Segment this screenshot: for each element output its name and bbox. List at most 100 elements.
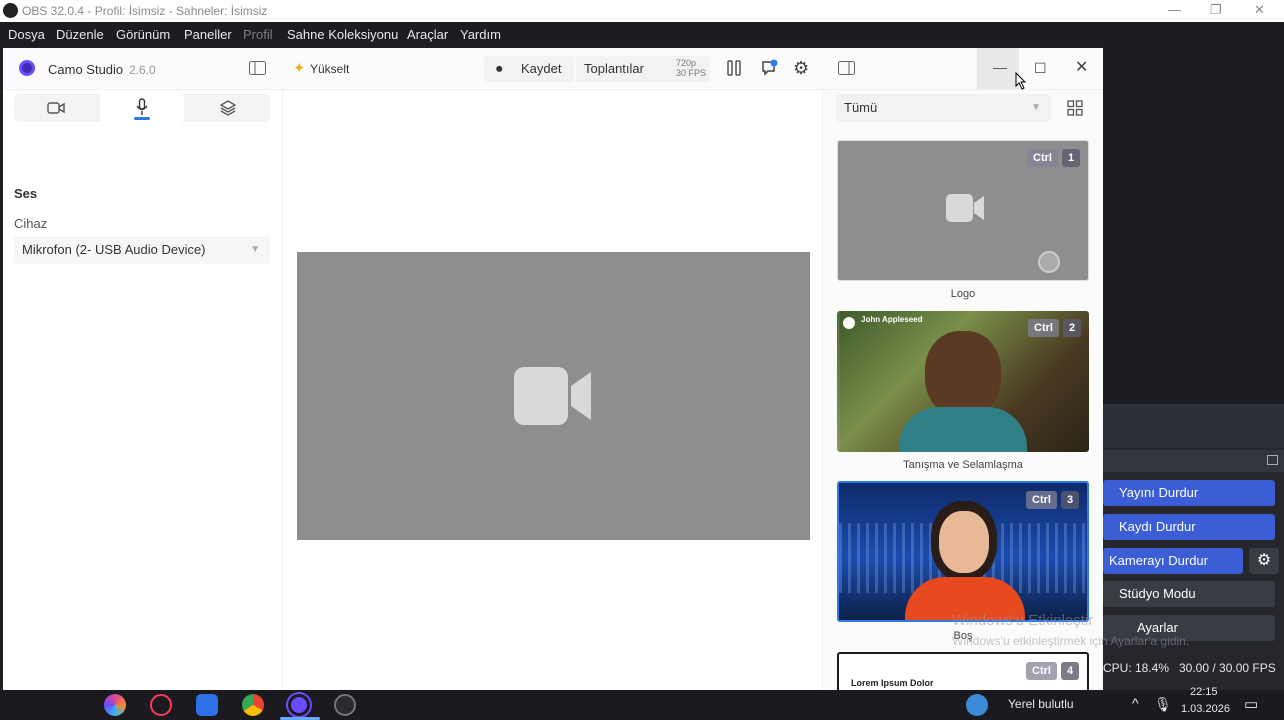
- clock-date: 1.03.2026: [1181, 703, 1230, 715]
- chevron-down-icon: ▼: [250, 244, 260, 255]
- scene-shortcut-modifier: Ctrl: [1026, 662, 1057, 680]
- copilot-app-icon[interactable]: [104, 694, 126, 716]
- menu-dosya[interactable]: Dosya: [8, 27, 45, 42]
- menu-gorunum[interactable]: Görünüm: [116, 27, 170, 42]
- microphone-tray-icon[interactable]: 🎙: [1154, 696, 1172, 713]
- windows-taskbar: Yerel bulutlu ^ 🎙 22:15 1.03.2026 ▭: [0, 686, 1284, 720]
- framerate-badge: 30 FPS: [676, 68, 707, 78]
- studio-mode-button[interactable]: Stüdyo Modu: [1103, 581, 1275, 607]
- app-version: 2.6.0: [129, 63, 156, 77]
- notifications-icon[interactable]: [760, 59, 778, 80]
- scene-shortcut-modifier: Ctrl: [1026, 491, 1057, 509]
- panel-toggle-icon[interactable]: [838, 61, 855, 78]
- obs-dock-area: [1103, 46, 1284, 404]
- video-camera-icon: [47, 102, 65, 114]
- obs-dock-strip: [1103, 404, 1284, 448]
- source-settings-panel: Ses Cihaz Mikrofon (2- USB Audio Device)…: [3, 90, 281, 706]
- settings-gear-icon[interactable]: ⚙: [793, 59, 809, 77]
- obs-menu-bar: Dosya Düzenle Görünüm Paneller Profil Sa…: [0, 22, 1284, 46]
- app-name: Camo Studio: [48, 62, 124, 77]
- layers-icon: [219, 100, 237, 116]
- audio-device-select[interactable]: Mikrofon (2- USB Audio Device) ▼: [14, 236, 270, 264]
- person-head: [925, 331, 1001, 417]
- source-tabs: [14, 94, 270, 122]
- obs-title-bar: OBS 32.0.4 - Profil: İsimsiz - Sahneler:…: [0, 0, 1284, 22]
- lower-third-name: John Appleseed: [861, 315, 923, 324]
- microphone-icon: [136, 98, 148, 115]
- camo-toolbar: Camo Studio 2.6.0 ✦ Yükselt ⏺ Kaydet Top…: [3, 48, 1103, 90]
- scene-card-greeting[interactable]: John Appleseed Ctrl 2: [837, 311, 1089, 452]
- menu-paneller[interactable]: Paneller: [184, 27, 232, 42]
- stop-camera-button[interactable]: Kamerayı Durdur: [1103, 548, 1243, 574]
- close-icon[interactable]: ✕: [1254, 2, 1265, 18]
- notification-text: Yerel bulutlu: [1008, 697, 1074, 711]
- obs-status-bar: CPU: 18.4% 30.00 / 30.00 FPS: [1103, 658, 1284, 680]
- weather-icon[interactable]: [966, 694, 988, 716]
- stop-record-button[interactable]: Kaydı Durdur: [1103, 514, 1275, 540]
- audio-device-value: Mikrofon (2- USB Audio Device): [22, 242, 206, 257]
- tab-audio[interactable]: [100, 94, 184, 122]
- controls-header: [1103, 450, 1284, 472]
- obs-logo-icon: [3, 3, 18, 18]
- cpu-usage: CPU: 18.4%: [1103, 661, 1170, 675]
- chevron-up-icon[interactable]: ^: [1132, 695, 1139, 711]
- scene-label: Logo: [950, 288, 976, 300]
- camera-settings-gear-icon[interactable]: ⚙: [1249, 548, 1279, 574]
- restore-icon[interactable]: ❐: [1210, 2, 1222, 18]
- chevron-down-icon: ▼: [1031, 102, 1041, 113]
- scene-filter-value: Tümü: [844, 100, 878, 115]
- record-icon: ⏺: [496, 61, 503, 76]
- meetings-button[interactable]: Toplantılar 720p 30 FPS: [576, 56, 710, 82]
- record-button[interactable]: ⏺ Kaydet: [484, 56, 574, 82]
- minimize-button[interactable]: —: [977, 48, 1019, 89]
- chrome-app-icon[interactable]: [242, 694, 264, 716]
- obs-app-icon[interactable]: [334, 694, 356, 716]
- tab-layers[interactable]: [186, 94, 270, 122]
- undock-icon[interactable]: [1267, 455, 1278, 465]
- minimize-icon: —: [993, 59, 1007, 75]
- sparkle-icon: ✦: [293, 60, 306, 77]
- avatar-icon: [843, 317, 855, 329]
- menu-profil[interactable]: Profil: [243, 27, 273, 42]
- scene-filter-select[interactable]: Tümü ▼: [836, 94, 1051, 122]
- stop-stream-button[interactable]: Yayını Durdur: [1103, 480, 1275, 506]
- scene-shortcut-number: 4: [1061, 662, 1079, 680]
- device-label: Cihaz: [14, 216, 48, 231]
- activation-watermark-title: Windows'u Etkinleştir: [952, 612, 1094, 629]
- scene-card-blank[interactable]: Ctrl 3: [837, 481, 1089, 622]
- meetings-label: Toplantılar: [584, 61, 644, 76]
- upgrade-button[interactable]: Yükselt: [310, 56, 349, 82]
- scene-shortcut-number: 1: [1062, 149, 1080, 167]
- sidebar-toggle-icon[interactable]: [249, 61, 266, 78]
- minimize-icon[interactable]: —: [1168, 2, 1181, 17]
- app-icon-blue[interactable]: [196, 694, 218, 716]
- scene-shortcut-number: 2: [1063, 319, 1081, 337]
- camo-app-icon[interactable]: [288, 694, 310, 716]
- split-view-icon[interactable]: [727, 60, 741, 79]
- activation-watermark-text: Windows'u etkinleştirmek için Ayarlar'a …: [952, 634, 1190, 648]
- tab-video[interactable]: [14, 94, 98, 122]
- menu-sahne-koleksiyonu[interactable]: Sahne Koleksiyonu: [287, 27, 398, 42]
- person-face: [939, 511, 989, 573]
- logo-badge-icon: [1038, 251, 1060, 273]
- menu-araclar[interactable]: Araçlar: [407, 27, 448, 42]
- notifications-center-icon[interactable]: ▭: [1244, 695, 1258, 713]
- menu-yardim[interactable]: Yardım: [460, 27, 501, 42]
- menu-duzenle[interactable]: Düzenle: [56, 27, 104, 42]
- maximize-icon[interactable]: ☐: [1034, 61, 1047, 75]
- close-icon[interactable]: ✕: [1075, 60, 1088, 76]
- scene-shortcut-number: 3: [1061, 491, 1079, 509]
- preview-area: [282, 90, 823, 706]
- fps-readout: 30.00 / 30.00 FPS: [1179, 661, 1276, 675]
- record-label: Kaydet: [521, 61, 562, 76]
- app-icon[interactable]: [150, 694, 172, 716]
- grid-view-icon[interactable]: [1067, 100, 1083, 116]
- scene-label: Tanışma ve Selamlaşma: [903, 459, 1023, 471]
- camo-logo-icon: [19, 60, 35, 76]
- clock-time: 22:15: [1190, 686, 1218, 698]
- mouse-cursor-icon: [1015, 72, 1027, 90]
- obs-window-title: OBS 32.0.4 - Profil: İsimsiz - Sahneler:…: [22, 4, 268, 18]
- person-body: [899, 407, 1027, 452]
- scene-card-logo[interactable]: Ctrl 1: [837, 140, 1089, 281]
- active-tab-indicator: [134, 117, 150, 120]
